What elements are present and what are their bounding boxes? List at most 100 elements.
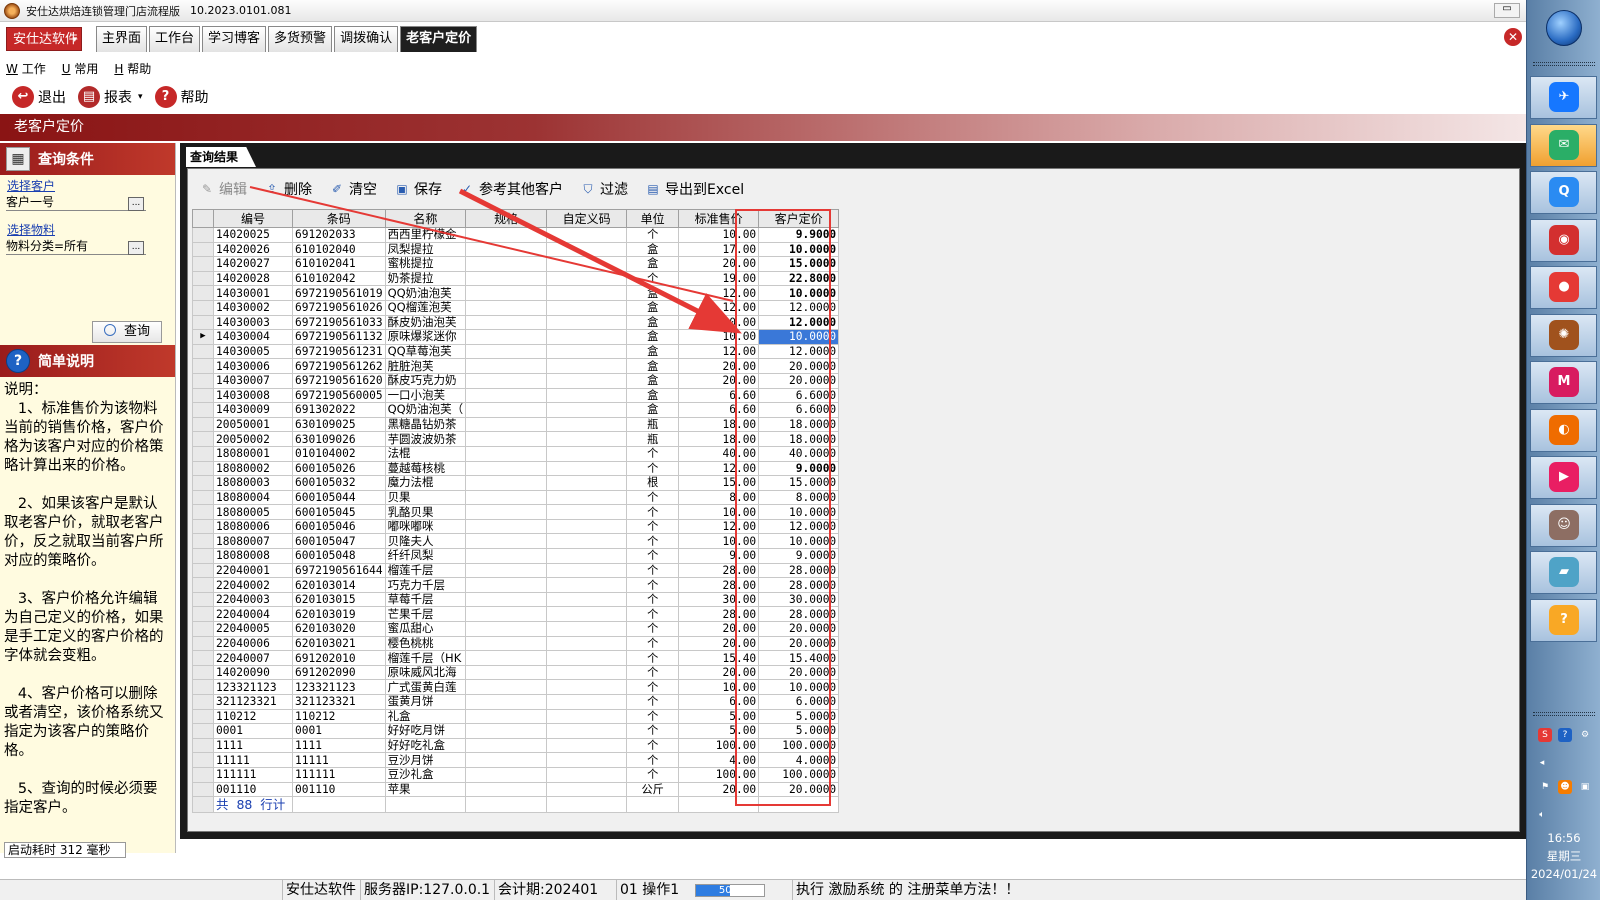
table-row[interactable]: 18080008 600105048 纤纤凤梨 个 9.00 9.0000 <box>192 548 840 564</box>
table-row[interactable]: 18080001 010104002 法棍 个 40.00 40.0000 <box>192 445 840 462</box>
table-row[interactable]: 20050001 630109025 黑糖晶钻奶茶 瓶 18.00 18.0000 <box>192 416 840 433</box>
tab-1[interactable]: 工作台 <box>149 26 201 52</box>
row-selector[interactable] <box>192 591 214 608</box>
taskbar-app-10[interactable]: ▰ <box>1530 551 1597 594</box>
customer-picker-button[interactable]: ... <box>128 197 144 211</box>
row-selector[interactable] <box>192 241 214 258</box>
cell-cust-price[interactable]: 12.0000 <box>758 343 840 360</box>
result-tab[interactable]: 查询结果 <box>186 147 257 167</box>
cell-cust-price[interactable]: 10.0000 <box>758 533 840 550</box>
export-excel-button[interactable]: ▤ 导出到Excel <box>646 179 744 199</box>
table-row[interactable]: 22040006 620103021 樱色桃桃 个 20.00 20.0000 <box>192 635 840 652</box>
minimize-button[interactable]: ▭ <box>1494 3 1520 18</box>
row-selector[interactable] <box>192 372 214 389</box>
table-row[interactable]: ▶ 14030004 6972190561132 原味爆浆迷你 盒 10.00 10.000… <box>192 329 840 345</box>
row-selector[interactable] <box>192 664 214 681</box>
cell-cust-price[interactable]: 12.0000 <box>758 518 840 535</box>
edit-button[interactable]: ✎ 编辑 <box>200 179 247 199</box>
exit-button[interactable]: ↩ 退出 <box>12 86 66 108</box>
col-cust-price[interactable]: 客户定价 <box>758 209 840 228</box>
menu-item-work[interactable]: W 工作 <box>6 60 46 78</box>
cell-cust-price[interactable]: 20.0000 <box>758 358 840 374</box>
customer-field[interactable]: 客户一号 <box>6 193 146 211</box>
row-selector[interactable] <box>192 737 214 754</box>
row-selector[interactable] <box>192 548 214 564</box>
row-selector[interactable] <box>192 343 214 360</box>
taskbar-app-0[interactable]: ✈ <box>1530 76 1597 119</box>
table-row[interactable]: 18080007 600105047 贝隆夫人 个 10.00 10.0000 <box>192 533 840 550</box>
query-button[interactable]: 查询 <box>92 321 162 343</box>
row-selector[interactable] <box>192 752 214 768</box>
table-row[interactable]: 18080004 600105044 贝果 个 8.00 8.0000 <box>192 489 840 506</box>
select-material-link[interactable]: 选择物料 <box>7 221 55 238</box>
cell-cust-price[interactable]: 15.4000 <box>758 650 840 666</box>
brand-menu-button[interactable]: 安仕达软件 ▾ <box>6 27 82 51</box>
cell-cust-price[interactable]: 15.0000 <box>758 256 840 272</box>
delete-button[interactable]: ⇪ 删除 <box>265 179 312 199</box>
row-selector[interactable] <box>192 694 214 710</box>
cell-cust-price[interactable]: 20.0000 <box>758 372 840 389</box>
cell-cust-price[interactable]: 20.0000 <box>758 664 840 681</box>
row-selector[interactable] <box>192 781 214 798</box>
tab-0[interactable]: 主界面 <box>96 26 148 52</box>
table-row[interactable]: 14030007 6972190561620 酥皮巧克力奶 盒 20.00 20.0000 <box>192 372 840 389</box>
cell-cust-price[interactable]: 12.0000 <box>758 299 840 316</box>
taskbar-app-9[interactable]: ☺ <box>1530 503 1597 547</box>
cell-cust-price[interactable]: 5.0000 <box>758 723 840 739</box>
row-selector[interactable] <box>192 299 214 316</box>
row-selector[interactable] <box>192 650 214 666</box>
cell-cust-price[interactable]: 40.0000 <box>758 445 840 462</box>
table-row[interactable]: 22040002 620103014 巧克力千层 个 28.00 28.0000 <box>192 577 840 593</box>
row-selector[interactable] <box>192 460 214 477</box>
table-row[interactable]: 14030009 691302022 QQ奶油泡芙（ 盒 6.60 6.6000 <box>192 402 840 418</box>
row-selector[interactable] <box>192 518 214 535</box>
taskbar-app-2[interactable]: Q <box>1530 171 1597 214</box>
qq-tray-icon[interactable]: ☻ <box>1558 780 1572 794</box>
network-icon[interactable]: ▣ <box>1578 780 1592 794</box>
table-row[interactable]: 18080002 600105026 蔓越莓核桃 个 12.00 9.0000 <box>192 460 840 477</box>
table-row[interactable]: 14020027 610102041 蜜桃提拉 盒 20.00 15.0000 <box>192 256 840 272</box>
taskbar-app-6[interactable]: M <box>1530 361 1597 404</box>
save-button[interactable]: ▣ 保存 <box>395 179 442 199</box>
cell-cust-price[interactable]: 20.0000 <box>758 621 840 637</box>
table-row[interactable]: 18080003 600105032 魔力法棍 根 15.00 15.0000 <box>192 475 840 491</box>
row-selector[interactable] <box>192 387 214 404</box>
cell-cust-price[interactable]: 9.9000 <box>758 227 840 243</box>
table-row[interactable]: 110212 110212 礼盒个 5.00 5.0000 <box>192 708 840 725</box>
row-selector[interactable] <box>192 562 214 579</box>
cell-cust-price[interactable]: 15.0000 <box>758 475 840 491</box>
col-name[interactable]: 名称 <box>384 209 467 228</box>
row-selector[interactable] <box>192 445 214 462</box>
tray-expand-icon[interactable]: ◂ <box>1535 756 1549 770</box>
ime-help-icon[interactable]: ? <box>1558 728 1572 742</box>
table-row[interactable]: 14020025 691202033 西西里柠檬金 个 10.00 9.9000 <box>192 227 840 243</box>
col-code[interactable]: 编号 <box>213 209 293 228</box>
cell-cust-price[interactable]: 5.0000 <box>758 708 840 725</box>
row-selector[interactable] <box>192 766 214 783</box>
cell-cust-price[interactable]: 28.0000 <box>758 577 840 593</box>
table-row[interactable]: 321123321 321123321 蛋黄月饼个 6.00 6.0000 <box>192 694 840 710</box>
table-row[interactable]: 11111 11111 豆沙月饼个 4.00 4.0000 <box>192 752 840 768</box>
cell-cust-price[interactable]: 28.0000 <box>758 606 840 623</box>
taskbar-app-3[interactable]: ◉ <box>1530 218 1597 262</box>
table-row[interactable]: 14030001 6972190561019 QQ奶油泡芙 盒 12.00 10.0000 <box>192 285 840 301</box>
cell-cust-price[interactable]: 28.0000 <box>758 562 840 579</box>
table-row[interactable]: 14020028 610102042 奶茶提拉 个 19.00 22.8000 <box>192 270 840 287</box>
cell-cust-price[interactable]: 20.0000 <box>758 781 840 798</box>
ime-settings-icon[interactable]: ⚙ <box>1578 728 1592 742</box>
table-row[interactable]: 1111 1111 好好吃礼盒个 100.00 100.0000 <box>192 737 840 754</box>
sogou-ime-icon[interactable]: S <box>1538 728 1552 742</box>
table-row[interactable]: 22040007 691202010 榴莲千层（HK 个 15.40 15.4000 <box>192 650 840 666</box>
table-row[interactable]: 123321123 123321123 广式蛋黄白莲个 10.00 10.0000 <box>192 679 840 695</box>
row-selector[interactable] <box>192 577 214 593</box>
filter-button[interactable]: ⛉ 过滤 <box>581 179 628 199</box>
row-selector[interactable] <box>192 504 214 520</box>
taskbar-app-4[interactable]: ● <box>1530 266 1597 309</box>
cell-cust-price[interactable]: 18.0000 <box>758 431 840 447</box>
table-row[interactable]: 14030003 6972190561033 酥皮奶油泡芙 盒 10.00 12.0000 <box>192 314 840 331</box>
table-row[interactable]: 22040001 6972190561644 榴莲千层 个 28.00 28.0000 <box>192 562 840 579</box>
row-selector[interactable] <box>192 621 214 637</box>
col-custom-code[interactable]: 自定义码 <box>546 209 628 228</box>
taskbar-app-1[interactable]: ✉ <box>1530 123 1597 167</box>
row-selector[interactable] <box>192 285 214 301</box>
